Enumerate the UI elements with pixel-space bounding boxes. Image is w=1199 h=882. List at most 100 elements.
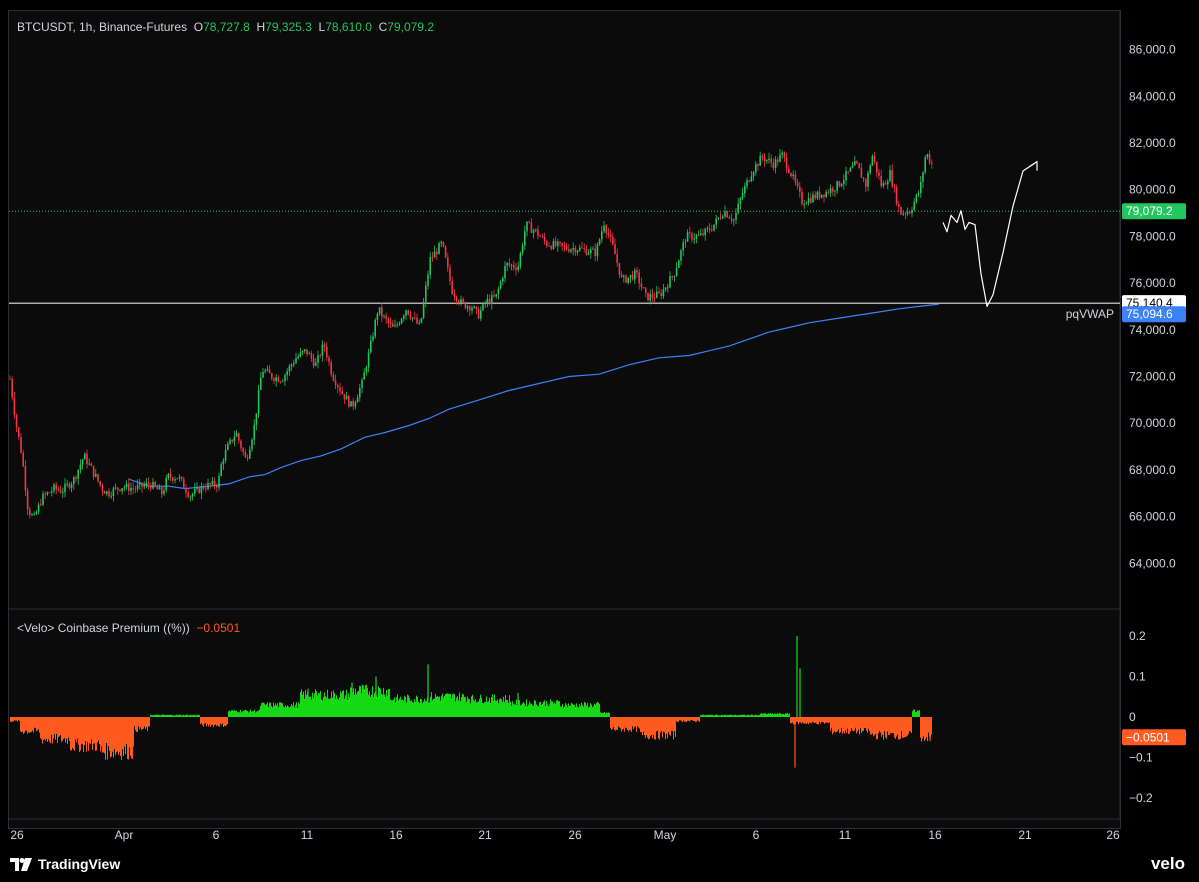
- premium-bar: [861, 717, 862, 734]
- premium-bar: [743, 714, 744, 717]
- premium-bar: [922, 717, 923, 739]
- premium-bar: [248, 712, 249, 717]
- candle: [440, 241, 442, 244]
- candle: [328, 357, 330, 362]
- premium-bar: [541, 704, 542, 717]
- premium-bar: [391, 700, 392, 717]
- candle: [634, 270, 636, 280]
- premium-bar: [442, 693, 443, 717]
- premium-bar: [558, 701, 559, 717]
- candle: [88, 463, 90, 465]
- tradingview-logo[interactable]: TradingView: [10, 856, 120, 872]
- premium-bar: [647, 717, 648, 738]
- candle: [152, 481, 154, 489]
- premium-bar: [447, 693, 448, 717]
- candle: [398, 323, 401, 325]
- premium-bar: [132, 717, 133, 760]
- candle: [812, 194, 814, 203]
- premium-bar: [569, 706, 570, 717]
- premium-bar: [596, 703, 597, 717]
- candle: [832, 188, 834, 192]
- premium-bar: [904, 717, 905, 738]
- candle: [253, 424, 255, 440]
- candle: [570, 249, 572, 252]
- premium-bar: [167, 714, 168, 717]
- premium-bar: [78, 717, 79, 745]
- indicator-value: −0.0501: [196, 621, 241, 635]
- candle: [416, 317, 418, 324]
- premium-bar: [840, 717, 841, 733]
- candle: [816, 191, 819, 199]
- premium-bar: [610, 717, 611, 729]
- premium-bar: [896, 717, 897, 737]
- premium-bar: [433, 698, 434, 717]
- premium-bar: [619, 717, 620, 728]
- candle: [249, 449, 251, 459]
- candle: [334, 380, 337, 386]
- premium-bar: [219, 717, 220, 727]
- candle: [365, 367, 368, 373]
- premium-bar: [533, 706, 534, 717]
- candle: [627, 277, 629, 283]
- candle: [482, 303, 484, 311]
- premium-bar: [683, 717, 684, 721]
- premium-bar: [388, 689, 389, 717]
- premium-bar: [679, 717, 680, 721]
- premium-bar: [866, 717, 867, 731]
- premium-bar: [568, 703, 569, 717]
- premium-bar: [496, 700, 497, 717]
- premium-bar: [316, 691, 317, 717]
- premium-bar: [168, 714, 169, 717]
- premium-bar: [238, 712, 239, 717]
- premium-bar: [634, 717, 635, 728]
- premium-bar: [615, 717, 616, 731]
- premium-bar: [882, 717, 883, 735]
- candle: [229, 439, 231, 444]
- premium-bar: [111, 717, 112, 757]
- premium-bar: [80, 717, 81, 751]
- premium-bar: [855, 717, 856, 728]
- premium-bar: [808, 717, 809, 725]
- premium-bar: [829, 717, 830, 723]
- candle: [396, 324, 398, 326]
- premium-bar: [457, 696, 458, 717]
- candle: [220, 464, 222, 476]
- premium-bar: [310, 696, 311, 717]
- candle: [900, 206, 902, 215]
- candle: [653, 297, 656, 299]
- premium-bar: [89, 717, 90, 744]
- premium-bar: [188, 715, 189, 717]
- premium-bar: [363, 685, 364, 717]
- premium-bar: [891, 717, 892, 734]
- premium-bar: [873, 717, 874, 737]
- premium-bar: [893, 717, 894, 734]
- premium-bar: [273, 702, 274, 717]
- premium-bar: [84, 717, 85, 745]
- candle: [880, 175, 882, 186]
- premium-bar: [159, 715, 160, 717]
- premium-bar: [115, 717, 116, 756]
- premium-bar: [703, 714, 704, 717]
- candle: [572, 247, 574, 250]
- premium-bar: [252, 711, 253, 717]
- premium-bar: [128, 717, 129, 760]
- premium-bar: [414, 699, 415, 717]
- premium-bar: [525, 705, 526, 717]
- candle: [42, 493, 44, 505]
- premium-bar: [206, 717, 207, 727]
- premium-bar: [249, 711, 250, 717]
- premium-bar: [333, 690, 334, 717]
- premium-bar: [872, 717, 873, 734]
- candle: [678, 260, 680, 268]
- premium-bar: [103, 717, 104, 753]
- premium-bar: [626, 717, 627, 729]
- premium-bar: [802, 717, 803, 723]
- candle: [378, 307, 381, 314]
- chart-canvas[interactable]: 64,000.0 66,000.0 68,000.0 70,000.0 72,000.0…: [0, 0, 1199, 882]
- premium-bar: [371, 694, 372, 717]
- premium-bar: [261, 703, 262, 717]
- candle: [224, 449, 227, 461]
- premium-bar: [12, 717, 13, 722]
- candle: [169, 473, 172, 478]
- premium-bar: [51, 717, 52, 736]
